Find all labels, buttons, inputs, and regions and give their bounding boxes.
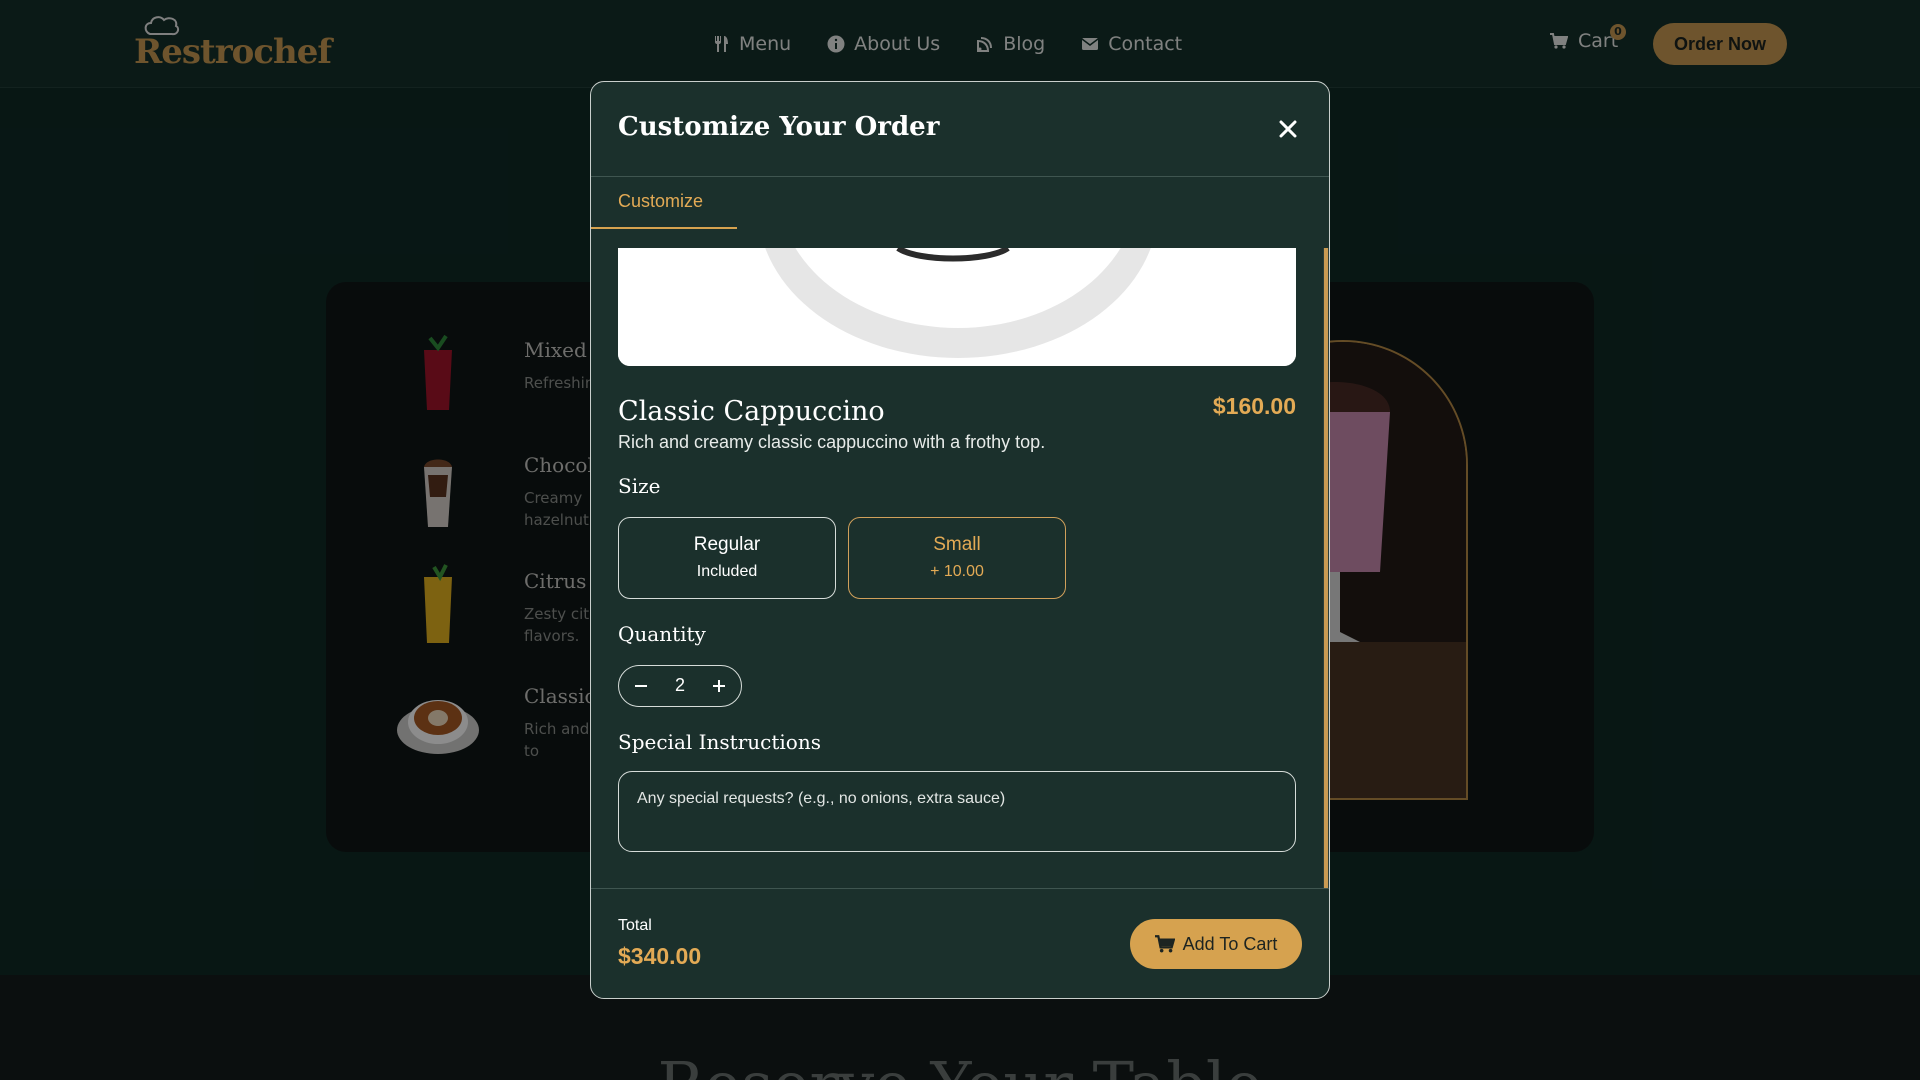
modal-tabs: Customize bbox=[591, 177, 1329, 229]
size-label: Size bbox=[618, 474, 661, 498]
modal-header: Customize Your Order bbox=[591, 82, 1329, 177]
quantity-value[interactable]: 2 bbox=[659, 675, 701, 696]
special-instructions-input[interactable] bbox=[618, 771, 1296, 852]
tab-customize[interactable]: Customize bbox=[591, 177, 737, 229]
product-name: Classic Cappuccino bbox=[618, 396, 885, 427]
tab-label: Customize bbox=[618, 191, 704, 211]
minus-icon[interactable] bbox=[629, 674, 653, 698]
cappuccino-cup-image bbox=[618, 248, 1296, 366]
add-to-cart-label: Add To Cart bbox=[1182, 933, 1278, 954]
product-price: $160.00 bbox=[1212, 393, 1296, 419]
product-image bbox=[618, 248, 1296, 366]
product-description: Rich and creamy classic cappuccino with … bbox=[618, 432, 1046, 452]
modal-title: Customize Your Order bbox=[618, 112, 940, 142]
modal-body: Classic Cappuccino $160.00 Rich and crea… bbox=[591, 248, 1329, 888]
size-option-small[interactable]: Small + 10.00 bbox=[848, 517, 1066, 599]
quantity-stepper: 2 bbox=[618, 665, 742, 707]
close-icon[interactable] bbox=[1277, 118, 1299, 140]
cart-icon bbox=[1154, 935, 1175, 953]
plus-icon[interactable] bbox=[707, 674, 731, 698]
scrollbar-thumb[interactable] bbox=[1324, 248, 1328, 888]
total-label: Total bbox=[618, 917, 652, 934]
size-note: Included bbox=[696, 563, 758, 580]
customize-order-modal: Customize Your Order Customize Classic C… bbox=[590, 81, 1330, 999]
size-option-regular[interactable]: Regular Included bbox=[618, 517, 836, 599]
size-name: Regular bbox=[693, 534, 761, 555]
quantity-label: Quantity bbox=[618, 622, 706, 646]
size-note: + 10.00 bbox=[930, 563, 984, 580]
add-to-cart-button[interactable]: Add To Cart bbox=[1130, 919, 1302, 969]
modal-footer: Total $340.00 Add To Cart bbox=[591, 888, 1329, 998]
size-name: Small bbox=[933, 534, 981, 555]
instructions-label: Special Instructions bbox=[618, 730, 821, 754]
total-value: $340.00 bbox=[618, 943, 702, 969]
